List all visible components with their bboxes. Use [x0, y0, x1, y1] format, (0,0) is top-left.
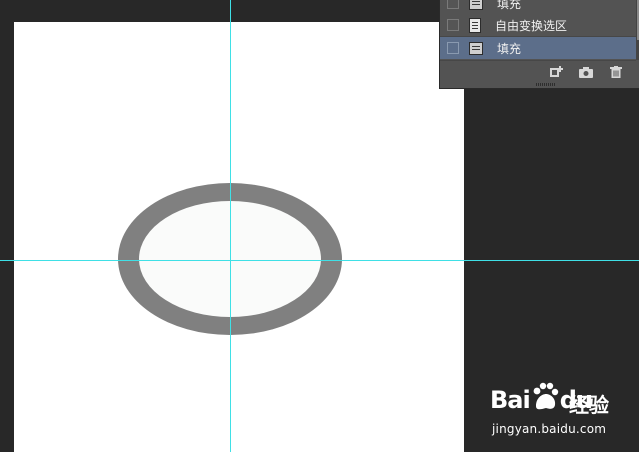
create-snapshot-button[interactable]: [578, 65, 594, 79]
fill-state-icon: [469, 41, 483, 55]
history-state-fill-1[interactable]: 填充: [440, 0, 636, 15]
history-source-checkbox[interactable]: [447, 19, 459, 31]
history-panel: 填充 自由变换选区 填充: [439, 0, 639, 89]
baidu-jingyan-watermark: Bai du 经验 jingyan.baidu.com: [486, 380, 636, 442]
document-state-icon: [469, 17, 481, 33]
horizontal-guide[interactable]: [0, 260, 639, 261]
camera-icon: [579, 66, 593, 78]
history-state-free-transform-selection[interactable]: 自由变换选区: [440, 14, 636, 37]
history-source-checkbox[interactable]: [447, 42, 459, 54]
history-state-label: 自由变换选区: [495, 18, 568, 33]
watermark-url: jingyan.baidu.com: [492, 422, 607, 436]
panel-resize-grip[interactable]: [536, 83, 556, 86]
trash-icon: [610, 66, 622, 78]
history-source-checkbox[interactable]: [447, 0, 459, 9]
workspace: 填充 自由变换选区 填充 Bai du 经验 jingyan.baidu.com: [0, 0, 639, 452]
document-canvas[interactable]: [14, 22, 464, 452]
baidu-paw-icon: [533, 382, 559, 410]
history-state-fill-2-selected[interactable]: 填充: [440, 37, 636, 59]
new-document-from-state-button[interactable]: [548, 65, 564, 79]
watermark-product: 经验: [569, 393, 609, 417]
delete-state-button[interactable]: [608, 65, 624, 79]
history-state-label: 填充: [497, 41, 522, 56]
new-document-from-state-icon: [550, 66, 563, 77]
vertical-guide[interactable]: [230, 0, 231, 452]
history-panel-footer: [440, 60, 636, 83]
history-state-label: 填充: [497, 0, 522, 11]
fill-state-icon: [469, 0, 483, 10]
